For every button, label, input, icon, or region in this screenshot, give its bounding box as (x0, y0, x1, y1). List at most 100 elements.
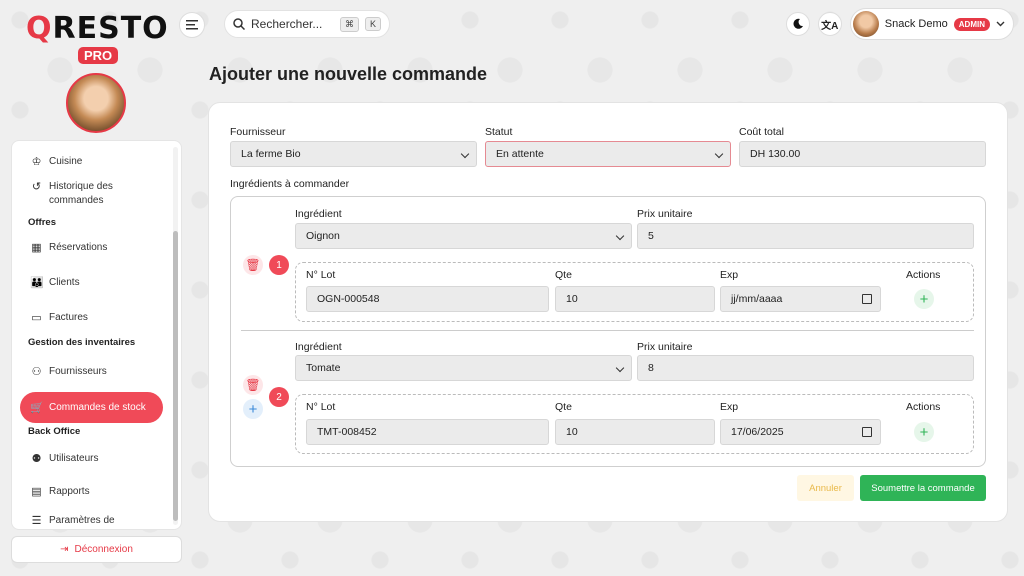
lot-input[interactable]: TMT-008452 (306, 419, 549, 445)
statut-select[interactable]: En attente (485, 141, 731, 167)
shortcut-cmd: ⌘ (339, 16, 359, 32)
lot-label: N° Lot (306, 401, 336, 413)
exp-date-input[interactable]: 17/06/2025 (720, 419, 881, 445)
sidebar-section-offres: Offres (28, 217, 56, 228)
ingredient-select[interactable]: Oignon (295, 223, 632, 249)
sidebar-item-reservations[interactable]: ▦ Réservations (20, 235, 171, 260)
history-icon: ↺ (31, 181, 42, 193)
trash-icon: 🗑 (245, 258, 261, 272)
fournisseur-label: Fournisseur (230, 126, 286, 138)
scroll-thumb[interactable] (173, 231, 178, 521)
actions-label: Actions (906, 401, 941, 413)
file-icon: ▭ (31, 312, 42, 324)
ingredients-label: Ingrédients à commander (230, 178, 350, 190)
sidebar-item-rapports[interactable]: ▤ Rapports (20, 479, 171, 504)
ingredient-value: Tomate (306, 362, 341, 374)
add-ingredient-button[interactable]: + (243, 399, 263, 419)
cout-total-field[interactable]: DH 130.00 (739, 141, 986, 167)
qte-value: 10 (566, 293, 578, 305)
cout-total-label: Coût total (739, 126, 784, 138)
sidebar-item-label: Historique des commandes (49, 181, 113, 206)
chevron-down-icon (996, 21, 1005, 27)
row-number-badge: 2 (269, 387, 289, 407)
user-name: Snack Demo (884, 18, 948, 30)
sidebar-item-label: Commandes de stock (49, 402, 146, 413)
calendar-icon[interactable] (862, 294, 872, 304)
row-divider (241, 330, 974, 331)
language-button[interactable]: 文A (817, 12, 842, 36)
prix-unitaire-input[interactable]: 5 (637, 223, 974, 249)
sidebar-item-label: Paramètres de l'entreprise (49, 515, 115, 526)
menu-toggle-button[interactable] (179, 12, 205, 38)
cart-icon: 🛒 (30, 402, 44, 414)
logo-text: RESTO (52, 11, 169, 46)
users-icon: 👪 (30, 277, 44, 289)
exp-label: Exp (720, 401, 739, 413)
app-logo: QRESTO PRO (26, 11, 169, 64)
sidebar-item-commandes-stock[interactable]: 🛒 Commandes de stock (20, 392, 163, 423)
shortcut-k: K (364, 17, 381, 31)
ingredient-select[interactable]: Tomate (295, 355, 632, 381)
prix-unitaire-input[interactable]: 8 (637, 355, 974, 381)
cancel-button[interactable]: Annuler (797, 475, 854, 501)
sidebar-item-label: Réservations (49, 242, 108, 253)
sidebar-item-label: Utilisateurs (49, 453, 99, 464)
submit-order-button[interactable]: Soumettre la commande (860, 475, 986, 501)
delete-ingredient-button[interactable]: 🗑 (243, 375, 263, 395)
user-menu[interactable]: Snack Demo ADMIN (849, 8, 1014, 40)
sidebar-item-label: Fournisseurs (49, 366, 107, 377)
delete-ingredient-button[interactable]: 🗑 (243, 255, 263, 275)
sidebar-item-utilisateurs[interactable]: ⚉ Utilisateurs (20, 446, 171, 471)
top-right-controls: 文A Snack Demo ADMIN (785, 8, 1014, 40)
exp-value: 17/06/2025 (731, 426, 784, 438)
search-bar[interactable]: Rechercher... ⌘ K (224, 10, 390, 38)
plus-icon: + (919, 290, 929, 308)
supplier-icon: ⚇ (31, 366, 42, 378)
chef-hat-icon: ♔ (31, 156, 42, 168)
logout-button[interactable]: ⇥ Déconnexion (11, 536, 182, 563)
calendar-icon[interactable] (862, 427, 872, 437)
lot-input[interactable]: OGN-000548 (306, 286, 549, 312)
sidebar-item-label: Factures (49, 312, 88, 323)
sidebar-item-fournisseurs[interactable]: ⚇ Fournisseurs (20, 359, 171, 384)
qte-input[interactable]: 10 (555, 419, 715, 445)
sidebar-section-backoffice: Back Office (28, 426, 81, 437)
trash-icon: 🗑 (245, 378, 261, 392)
qte-label: Qte (555, 401, 572, 413)
exp-date-input[interactable]: jj/mm/aaaa (720, 286, 881, 312)
row-number-badge: 1 (269, 255, 289, 275)
sidebar-item-factures[interactable]: ▭ Factures (20, 305, 171, 330)
sidebar-item-clients[interactable]: 👪 Clients (20, 270, 171, 295)
search-icon (233, 18, 245, 30)
pro-badge: PRO (78, 47, 119, 64)
report-icon: ▤ (31, 486, 42, 498)
sidebar-item-parametres[interactable]: ☰ Paramètres de l'entreprise (20, 508, 171, 529)
sidebar-item-cuisine[interactable]: ♔ Cuisine (20, 149, 171, 174)
dark-mode-button[interactable] (785, 12, 810, 36)
exp-label: Exp (720, 269, 739, 281)
lot-label: N° Lot (306, 269, 336, 281)
lot-value: OGN-000548 (317, 293, 380, 305)
statut-value: En attente (496, 148, 544, 160)
logo-q: Q (26, 11, 53, 46)
sidebar-item-label: Cuisine (49, 156, 83, 167)
prix-unitaire-label: Prix unitaire (637, 341, 693, 353)
fournisseur-select[interactable]: La ferme Bio (230, 141, 477, 167)
add-lot-button[interactable]: + (914, 289, 934, 309)
sidebar-item-label: Clients (49, 277, 80, 288)
lot-value: TMT-008452 (317, 426, 377, 438)
page-title: Ajouter une nouvelle commande (209, 64, 488, 84)
prix-unitaire-label: Prix unitaire (637, 208, 693, 220)
exp-value: jj/mm/aaaa (731, 293, 783, 305)
qte-label: Qte (555, 269, 572, 281)
sidebar-item-historique[interactable]: ↺ Historique des commandes (20, 174, 171, 214)
cout-total-value: DH 130.00 (750, 148, 801, 160)
translate-icon: 文A (821, 20, 839, 32)
logout-icon: ⇥ (60, 544, 69, 555)
statut-label: Statut (485, 126, 513, 138)
qte-input[interactable]: 10 (555, 286, 715, 312)
sidebar-scrollbar[interactable] (173, 147, 178, 525)
add-lot-button[interactable]: + (914, 422, 934, 442)
moon-icon (793, 18, 803, 29)
ingredient-value: Oignon (306, 230, 340, 242)
